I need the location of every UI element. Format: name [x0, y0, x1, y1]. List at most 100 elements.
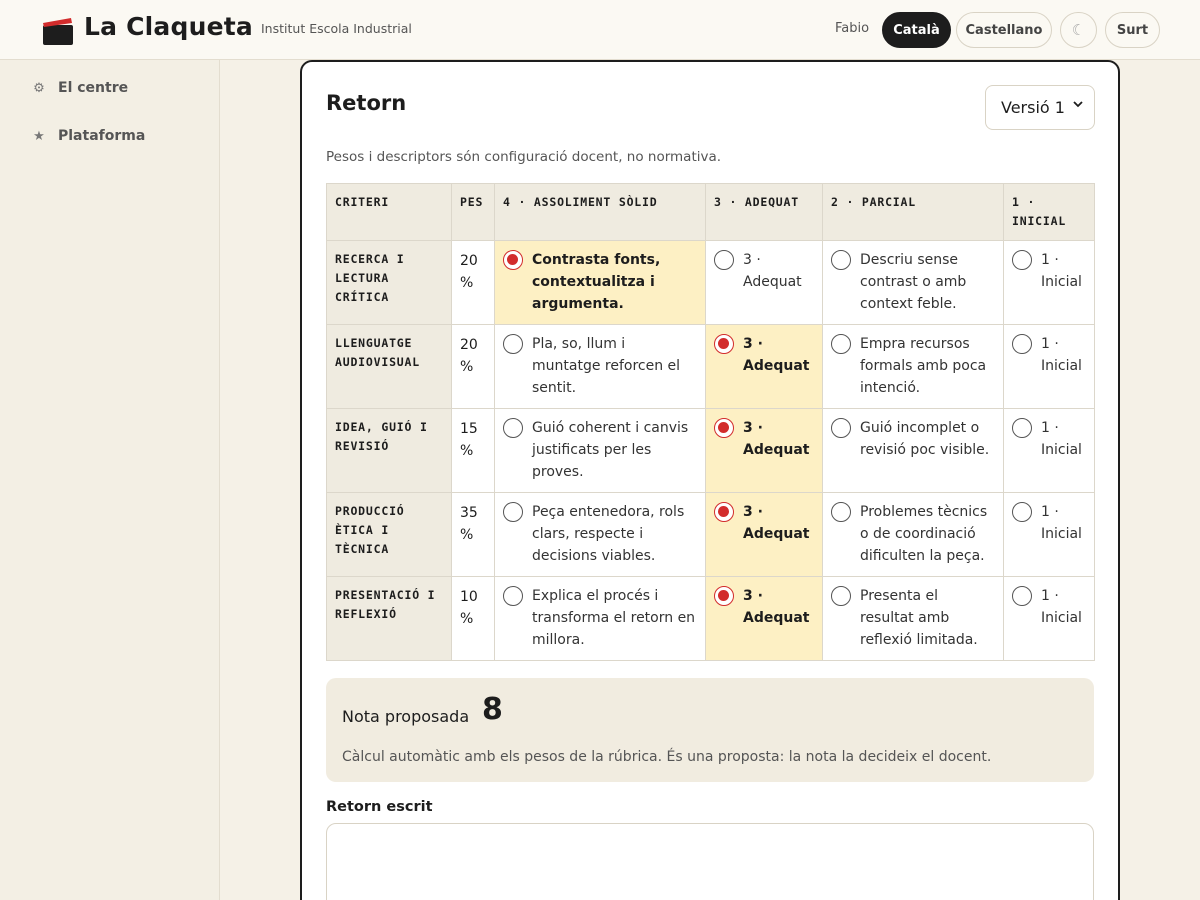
radio-selected-icon[interactable] — [714, 586, 734, 606]
rubric-option-level-3[interactable]: 3 · Adequat — [705, 408, 823, 493]
radio-selected-icon[interactable] — [503, 250, 523, 270]
rubric-option[interactable]: Pla, so, llum i muntatge reforcen el sen… — [503, 333, 697, 399]
language-spanish-button[interactable]: Castellano — [956, 12, 1052, 48]
rubric-row: PRESENTACIÓ I REFLEXIÓ 10 % Explica el pro… — [326, 576, 1095, 661]
rubric-row: RECERCA I LECTURA CRÍTICA 20 % Contrasta f… — [326, 240, 1095, 325]
criterion-weight: 15 % — [451, 408, 495, 493]
rubric-option[interactable]: 1 · Inicial — [1012, 585, 1086, 629]
criterion-name: PRODUCCIÓ ÈTICA I TÈCNICA — [326, 492, 452, 577]
rubric-option[interactable]: Empra recursos formals amb poca intenció… — [831, 333, 995, 399]
radio-icon[interactable] — [1012, 418, 1032, 438]
rubric-row: IDEA, GUIÓ I REVISIÓ 15 % Guió coherent i … — [326, 408, 1095, 493]
user-name: Fabio — [835, 21, 870, 36]
proposed-grade-label: Nota proposada — [342, 707, 470, 726]
rubric-option[interactable]: Peça entenedora, rols clars, respecte i … — [503, 501, 697, 567]
rubric-option[interactable]: Guió coherent i canvis justificats per l… — [503, 417, 697, 483]
radio-icon[interactable] — [831, 334, 851, 354]
rubric-option-level-4[interactable]: Contrasta fonts, contextualitza i argume… — [494, 240, 706, 325]
rubric-option[interactable]: Presenta el resultat amb reflexió limita… — [831, 585, 995, 651]
rubric-option-level-4[interactable]: Peça entenedora, rols clars, respecte i … — [494, 492, 706, 577]
rubric-option[interactable]: 1 · Inicial — [1012, 333, 1086, 377]
rubric-option[interactable]: Explica el procés i transforma el retorn… — [503, 585, 697, 651]
rubric-option-text: 1 · Inicial — [1041, 252, 1082, 290]
clapperboard-logo-icon[interactable] — [42, 16, 74, 46]
rubric-option-level-2[interactable]: Presenta el resultat amb reflexió limita… — [822, 576, 1004, 661]
rubric-option-level-1[interactable]: 1 · Inicial — [1003, 240, 1095, 325]
rubric-option-text: 1 · Inicial — [1041, 336, 1082, 374]
rubric-option-text: Peça entenedora, rols clars, respecte i … — [532, 504, 685, 564]
version-select[interactable]: Versió 1 — [985, 85, 1095, 130]
rubric-option-level-4[interactable]: Explica el procés i transforma el retorn… — [494, 576, 706, 661]
radio-icon[interactable] — [1012, 334, 1032, 354]
rubric-option-level-3[interactable]: 3 · Adequat — [705, 324, 823, 409]
rubric-option-text: Descriu sense contrast o amb context feb… — [860, 252, 967, 312]
rubric-option-text: Contrasta fonts, contextualitza i argume… — [532, 252, 661, 312]
radio-icon[interactable] — [831, 418, 851, 438]
sidebar-item-el-centre[interactable]: ⚙ El centre — [32, 80, 128, 96]
rubric-option[interactable]: 3 · Adequat — [714, 333, 814, 377]
rubric-option-text: Presenta el resultat amb reflexió limita… — [860, 588, 978, 648]
rubric-option-level-3[interactable]: 3 · Adequat — [705, 576, 823, 661]
rubric-option[interactable]: 3 · Adequat — [714, 501, 814, 545]
rubric-option-level-1[interactable]: 1 · Inicial — [1003, 576, 1095, 661]
top-bar: La Claqueta Institut Escola Industrial F… — [0, 0, 1200, 60]
rubric-option[interactable]: 3 · Adequat — [714, 249, 814, 293]
radio-icon[interactable] — [503, 418, 523, 438]
rubric-header-row: CRITERI PES 4 · ASSOLIMENT SÒLID 3 · ADE… — [326, 183, 1095, 241]
app-title[interactable]: La Claqueta — [84, 12, 253, 41]
rubric-row: LLENGUATGE AUDIOVISUAL 20 % Pla, so, llum … — [326, 324, 1095, 409]
rubric-option[interactable]: Problemes tècnics o de coordinació dific… — [831, 501, 995, 567]
radio-icon[interactable] — [503, 586, 523, 606]
theme-toggle-moon-icon[interactable]: ☾ — [1060, 12, 1097, 48]
radio-selected-icon[interactable] — [714, 502, 734, 522]
proposed-grade-help: Càlcul automàtic amb els pesos de la rúb… — [342, 749, 992, 765]
radio-icon[interactable] — [1012, 586, 1032, 606]
rubric-option[interactable]: Contrasta fonts, contextualitza i argume… — [503, 249, 697, 315]
rubric-option-level-2[interactable]: Descriu sense contrast o amb context feb… — [822, 240, 1004, 325]
radio-icon[interactable] — [1012, 250, 1032, 270]
rubric-option[interactable]: 3 · Adequat — [714, 417, 814, 461]
rubric-option-text: 3 · Adequat — [743, 252, 802, 290]
rubric-option[interactable]: 1 · Inicial — [1012, 249, 1086, 293]
rubric-option-level-2[interactable]: Problemes tècnics o de coordinació dific… — [822, 492, 1004, 577]
rubric-option-level-1[interactable]: 1 · Inicial — [1003, 492, 1095, 577]
proposed-grade-value: 8 — [482, 692, 503, 727]
radio-icon[interactable] — [831, 502, 851, 522]
logout-button[interactable]: Surt — [1105, 12, 1160, 48]
rubric-option-level-3[interactable]: 3 · Adequat — [705, 240, 823, 325]
rubric-option-text: 1 · Inicial — [1041, 504, 1082, 542]
rubric-option[interactable]: 1 · Inicial — [1012, 417, 1086, 461]
column-header-pes: PES — [451, 183, 495, 241]
rubric-option-level-2[interactable]: Empra recursos formals amb poca intenció… — [822, 324, 1004, 409]
sidebar-item-plataforma[interactable]: ★ Plataforma — [32, 128, 145, 144]
radio-selected-icon[interactable] — [714, 334, 734, 354]
rubric-option-level-1[interactable]: 1 · Inicial — [1003, 324, 1095, 409]
radio-icon[interactable] — [831, 250, 851, 270]
criterion-name: LLENGUATGE AUDIOVISUAL — [326, 324, 452, 409]
written-feedback-textarea[interactable] — [326, 823, 1094, 900]
rubric-option-text: 3 · Adequat — [743, 420, 810, 458]
version-select-value: Versió 1 — [1001, 98, 1065, 117]
radio-icon[interactable] — [714, 250, 734, 270]
rubric-option-level-4[interactable]: Pla, so, llum i muntatge reforcen el sen… — [494, 324, 706, 409]
rubric-option-level-2[interactable]: Guió incomplet o revisió poc visible. — [822, 408, 1004, 493]
rubric-option-level-4[interactable]: Guió coherent i canvis justificats per l… — [494, 408, 706, 493]
radio-icon[interactable] — [1012, 502, 1032, 522]
rubric-option[interactable]: 1 · Inicial — [1012, 501, 1086, 545]
criterion-weight: 35 % — [451, 492, 495, 577]
language-catalan-button[interactable]: Català — [882, 12, 951, 48]
radio-icon[interactable] — [503, 334, 523, 354]
radio-icon[interactable] — [831, 586, 851, 606]
sidebar: ⚙ El centre ★ Plataforma — [0, 60, 220, 900]
rubric-table: CRITERI PES 4 · ASSOLIMENT SÒLID 3 · ADE… — [326, 183, 1095, 661]
rubric-note: Pesos i descriptors són configuració doc… — [326, 149, 722, 165]
rubric-option-level-3[interactable]: 3 · Adequat — [705, 492, 823, 577]
rubric-option-text: Problemes tècnics o de coordinació dific… — [860, 504, 988, 564]
rubric-option[interactable]: Guió incomplet o revisió poc visible. — [831, 417, 995, 461]
radio-icon[interactable] — [503, 502, 523, 522]
column-header-level-3: 3 · ADEQUAT — [705, 183, 823, 241]
rubric-option-level-1[interactable]: 1 · Inicial — [1003, 408, 1095, 493]
rubric-option[interactable]: 3 · Adequat — [714, 585, 814, 629]
rubric-option[interactable]: Descriu sense contrast o amb context feb… — [831, 249, 995, 315]
radio-selected-icon[interactable] — [714, 418, 734, 438]
